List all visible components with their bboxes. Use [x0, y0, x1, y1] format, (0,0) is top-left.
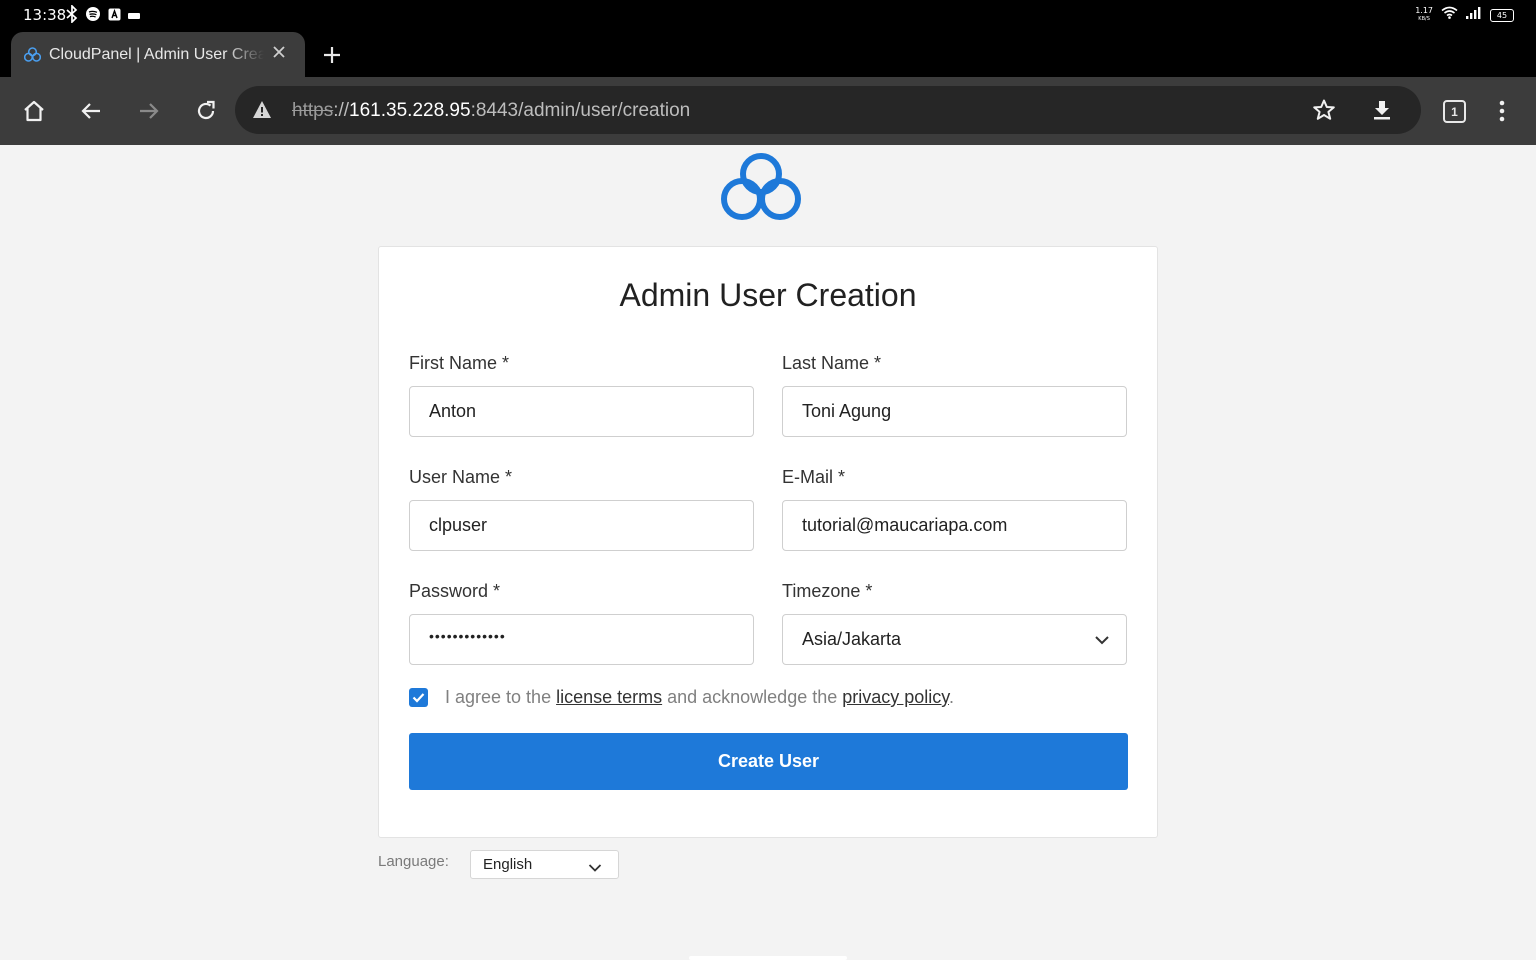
create-user-button[interactable]: Create User	[409, 733, 1128, 790]
url-scheme: https	[292, 100, 334, 121]
url-host: 161.35.228.95	[349, 100, 471, 121]
signal-icon	[1466, 6, 1482, 24]
cloudpanel-favicon-icon	[23, 46, 42, 68]
timezone-select[interactable]: Asia/Jakarta	[782, 614, 1127, 665]
browser-toolbar: https://161.35.228.95:8443/admin/user/cr…	[0, 77, 1536, 145]
tab-title: CloudPanel | Admin User Creation	[49, 46, 264, 63]
password-label: Password *	[409, 581, 501, 601]
chevron-down-icon	[588, 860, 602, 878]
spotify-icon	[85, 6, 101, 27]
notification-rect-icon	[128, 8, 140, 26]
agree-text-before: I agree to the	[445, 687, 557, 707]
reload-icon[interactable]	[193, 98, 219, 124]
agree-checkbox[interactable]	[409, 688, 428, 707]
email-label: E-Mail *	[782, 467, 846, 487]
url-separator: ://	[333, 100, 350, 121]
status-time: 13:38	[23, 6, 67, 24]
status-system-icons: 1.17 KB/S 45	[1415, 6, 1514, 24]
browser-tab[interactable]: CloudPanel | Admin User Creation	[11, 32, 305, 77]
home-icon[interactable]	[21, 98, 47, 124]
network-speed: 1.17 KB/S	[1415, 7, 1433, 23]
bluetooth-icon	[66, 3, 78, 28]
status-notification-icons	[66, 3, 140, 28]
download-icon[interactable]	[1370, 98, 1394, 127]
bookmark-star-icon[interactable]	[1312, 98, 1336, 127]
language-value: English	[483, 856, 533, 873]
email-value: tutorial@maucariapa.com	[802, 515, 1008, 535]
close-icon[interactable]	[271, 44, 287, 65]
url-path: :8443/admin/user/creation	[470, 100, 691, 121]
battery-indicator: 45	[1490, 8, 1514, 22]
last-name-field[interactable]: Toni Agung	[782, 386, 1127, 437]
tab-strip: CloudPanel | Admin User Creation	[0, 30, 1536, 77]
password-field[interactable]: •••••••••••••	[409, 614, 754, 665]
address-bar[interactable]: https://161.35.228.95:8443/admin/user/cr…	[235, 86, 1421, 134]
forward-arrow-icon[interactable]	[136, 98, 162, 124]
language-label: Language:	[378, 853, 449, 870]
agree-text-after: .	[948, 687, 954, 707]
url-text[interactable]: https://161.35.228.95:8443/admin/user/cr…	[292, 100, 690, 122]
status-bar: 13:38 1.17 KB/S 45	[0, 0, 1536, 30]
cloudpanel-logo-icon	[721, 151, 801, 228]
first-name-value: Anton	[429, 401, 477, 421]
email-field[interactable]: tutorial@maucariapa.com	[782, 500, 1127, 551]
user-name-label: User Name *	[409, 467, 513, 487]
network-speed-unit: KB/S	[1418, 16, 1430, 22]
wifi-icon	[1441, 6, 1458, 24]
timezone-value: Asia/Jakarta	[802, 629, 902, 649]
timezone-label: Timezone *	[782, 581, 873, 601]
back-arrow-icon[interactable]	[78, 98, 104, 124]
admin-user-form-card: Admin User Creation First Name * Anton L…	[378, 246, 1158, 838]
first-name-label: First Name *	[409, 353, 510, 373]
user-name-value: clpuser	[429, 515, 488, 535]
more-menu-icon[interactable]	[1494, 99, 1510, 128]
network-speed-value: 1.17	[1415, 6, 1433, 15]
language-select[interactable]: English	[470, 850, 619, 879]
privacy-policy-link[interactable]: privacy policy	[842, 687, 949, 707]
password-value: •••••••••••••	[429, 628, 506, 644]
license-terms-link[interactable]: license terms	[556, 687, 662, 707]
user-name-field[interactable]: clpuser	[409, 500, 754, 551]
chevron-down-icon	[1094, 633, 1110, 651]
tab-switcher-button[interactable]: 1	[1443, 100, 1466, 123]
not-secure-warning-icon[interactable]	[252, 100, 272, 124]
gesture-home-indicator[interactable]	[689, 956, 847, 960]
agree-text: I agree to the license terms and acknowl…	[445, 687, 954, 708]
agree-text-middle: and acknowledge the	[662, 687, 843, 707]
last-name-value: Toni Agung	[802, 401, 892, 421]
new-tab-plus-icon[interactable]	[321, 44, 343, 71]
first-name-field[interactable]: Anton	[409, 386, 754, 437]
notification-app-icon	[108, 8, 121, 26]
last-name-label: Last Name *	[782, 353, 882, 373]
page-title: Admin User Creation	[619, 277, 917, 313]
